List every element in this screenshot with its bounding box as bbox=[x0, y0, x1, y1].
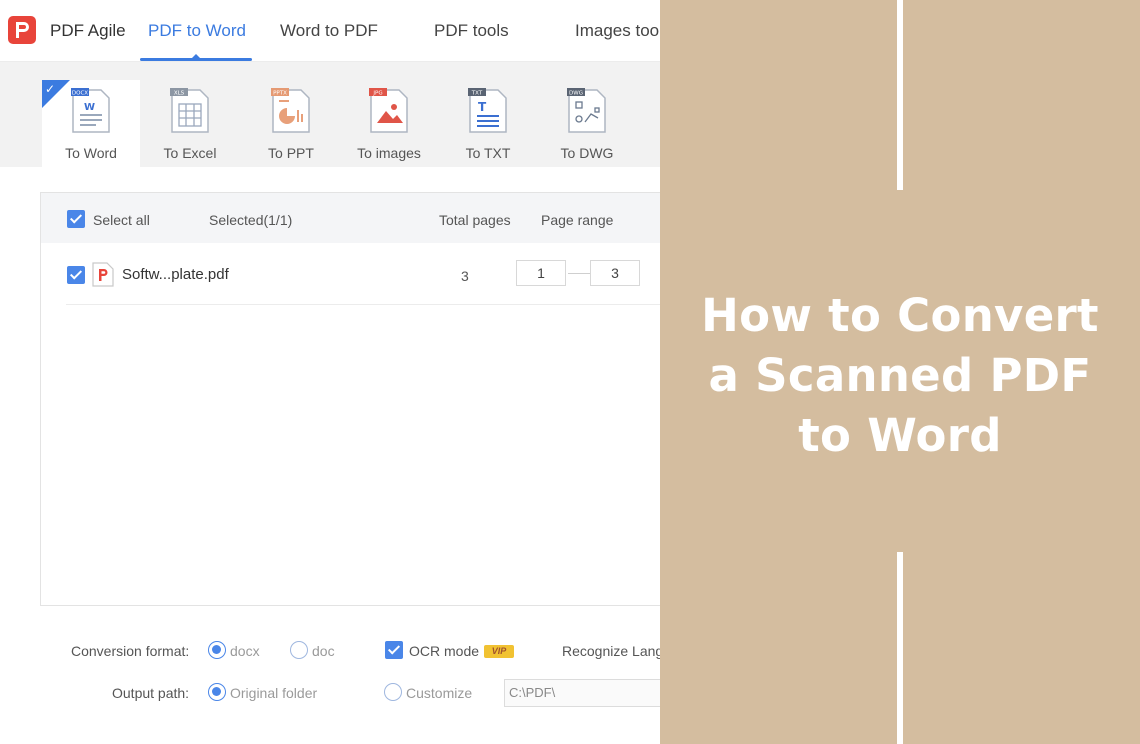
tool-badge: XLS bbox=[174, 91, 185, 97]
select-all-label: Select all bbox=[93, 212, 150, 228]
selected-count: Selected(1/1) bbox=[209, 212, 293, 228]
original-folder-radio[interactable] bbox=[208, 683, 226, 701]
docx-file-icon: DOCX W bbox=[71, 88, 110, 133]
tool-to-dwg[interactable]: DWG To DWG bbox=[538, 80, 636, 167]
page-range-from-input[interactable]: 1 bbox=[516, 260, 566, 286]
pdf-agile-logo-icon bbox=[8, 16, 36, 44]
tool-label: To PPT bbox=[268, 145, 314, 161]
ocr-mode-label: OCR mode bbox=[409, 643, 480, 659]
tool-label: To DWG bbox=[560, 145, 614, 161]
tool-to-ppt[interactable]: PPTX To PPT bbox=[242, 80, 340, 167]
active-tab-indicator bbox=[140, 54, 252, 61]
tool-label: To Excel bbox=[163, 145, 217, 161]
customize-label: Customize bbox=[406, 685, 473, 701]
tab-images-tools[interactable]: Images too bbox=[575, 21, 659, 41]
tool-to-excel[interactable]: XLS To Excel bbox=[141, 80, 239, 167]
page-range-to-input[interactable]: 3 bbox=[590, 260, 640, 286]
pptx-file-icon: PPTX bbox=[271, 88, 310, 133]
file-checkbox[interactable] bbox=[67, 266, 85, 284]
format-doc-label: doc bbox=[312, 643, 335, 659]
tab-word-to-pdf[interactable]: Word to PDF bbox=[280, 21, 378, 41]
original-folder-label: Original folder bbox=[230, 685, 318, 701]
pdf-file-icon bbox=[92, 262, 114, 287]
svg-text:T: T bbox=[478, 100, 487, 114]
divider-line-top bbox=[897, 0, 903, 190]
total-pages-header: Total pages bbox=[439, 212, 511, 228]
txt-file-icon: TXT T bbox=[468, 88, 507, 133]
tool-badge: DOCX bbox=[72, 91, 88, 97]
tool-badge: JPG bbox=[372, 91, 382, 97]
tool-label: To TXT bbox=[465, 145, 511, 161]
title-line-2: a Scanned PDF bbox=[708, 349, 1092, 402]
check-icon: ✓ bbox=[45, 82, 56, 96]
format-docx-label: docx bbox=[230, 643, 260, 659]
top-nav: PDF Agile PDF to Word Word to PDF PDF to… bbox=[0, 0, 660, 62]
format-doc-radio[interactable] bbox=[290, 641, 308, 659]
file-total-pages: 3 bbox=[461, 268, 469, 284]
output-path-label: Output path: bbox=[112, 685, 190, 701]
jpg-file-icon: JPG bbox=[369, 88, 408, 133]
tab-pdf-tools[interactable]: PDF tools bbox=[434, 21, 509, 41]
range-separator bbox=[568, 273, 590, 274]
page-range-header: Page range bbox=[541, 212, 614, 228]
dwg-file-icon: DWG bbox=[567, 88, 606, 133]
recognize-language-label[interactable]: Recognize Lang bbox=[562, 643, 660, 659]
tab-pdf-to-word[interactable]: PDF to Word bbox=[148, 21, 246, 41]
divider-line-bottom bbox=[897, 552, 903, 744]
tool-to-images[interactable]: JPG To images bbox=[340, 80, 438, 167]
file-name: Softw...plate.pdf bbox=[122, 266, 229, 283]
file-row[interactable]: Softw...plate.pdf 3 1 3 bbox=[66, 255, 660, 305]
file-list-header: Select all Selected(1/1) Total pages Pag… bbox=[41, 193, 660, 243]
title-card: How to Convert a Scanned PDF to Word bbox=[660, 0, 1140, 744]
tool-to-word[interactable]: DOCX W To Word ✓ bbox=[42, 80, 140, 167]
customize-radio[interactable] bbox=[384, 683, 402, 701]
ocr-mode-checkbox[interactable] bbox=[385, 641, 403, 659]
tool-to-txt[interactable]: TXT T To TXT bbox=[439, 80, 537, 167]
format-docx-radio[interactable] bbox=[208, 641, 226, 659]
tool-label: To images bbox=[357, 145, 421, 161]
tool-badge: PPTX bbox=[273, 91, 287, 97]
svg-text:W: W bbox=[84, 102, 95, 113]
file-list: Select all Selected(1/1) Total pages Pag… bbox=[40, 192, 660, 606]
output-path-input[interactable]: C:\PDF\ bbox=[504, 679, 660, 707]
xls-file-icon: XLS bbox=[170, 88, 209, 133]
brand-name: PDF Agile bbox=[50, 21, 126, 40]
title-line-3: to Word bbox=[798, 409, 1002, 462]
select-all-checkbox[interactable] bbox=[67, 210, 85, 228]
conversion-toolbar: DOCX W To Word ✓ XLS To Excel PPTX To PP… bbox=[0, 62, 660, 167]
tool-label: To Word bbox=[65, 145, 117, 161]
article-title: How to Convert a Scanned PDF to Word bbox=[660, 286, 1140, 466]
conversion-format-label: Conversion format: bbox=[71, 643, 190, 659]
title-line-1: How to Convert bbox=[701, 289, 1099, 342]
tool-badge: DWG bbox=[569, 91, 583, 97]
tool-badge: TXT bbox=[471, 91, 483, 97]
pdf-agile-window: PDF Agile PDF to Word Word to PDF PDF to… bbox=[0, 0, 660, 744]
vip-badge: VIP bbox=[484, 645, 514, 658]
